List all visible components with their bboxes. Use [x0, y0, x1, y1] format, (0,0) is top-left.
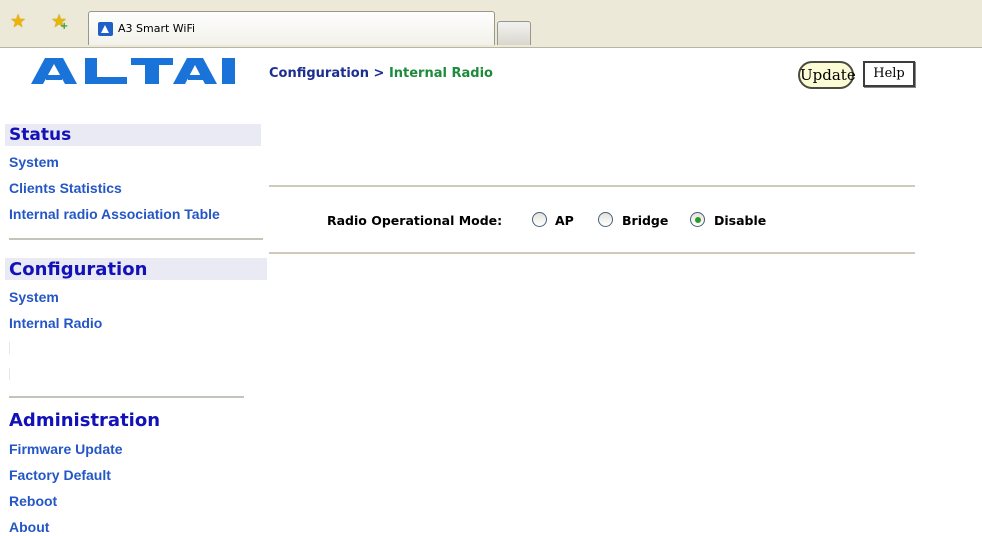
sidebar-placeholder-mark	[9, 342, 10, 354]
sidebar-item-clients-statistics[interactable]: Clients Statistics	[9, 180, 122, 196]
sidebar-item-factory-default[interactable]: Factory Default	[9, 467, 111, 483]
status-heading-label: Status	[9, 125, 72, 145]
browser-tab-active[interactable]: A3 Smart WiFi	[88, 11, 495, 45]
radio-ap-label[interactable]: AP	[555, 213, 574, 228]
browser-toolbar: ★ ★ + A3 Smart WiFi	[0, 0, 982, 48]
favorites-star-icon[interactable]: ★	[10, 13, 26, 31]
radio-mode-label: Radio Operational Mode:	[327, 213, 503, 228]
radio-bridge-label[interactable]: Bridge	[622, 213, 668, 228]
sidebar-item-about[interactable]: About	[9, 519, 49, 535]
sidebar-item-config-system[interactable]: System	[9, 289, 59, 305]
sidebar-item-association-table[interactable]: Internal radio Association Table	[9, 206, 220, 222]
site-favicon	[98, 22, 113, 36]
sidebar-placeholder-mark	[9, 368, 10, 380]
sidebar-configuration-heading: Configuration	[5, 258, 267, 280]
tab-title: A3 Smart WiFi	[118, 22, 196, 35]
sidebar-item-status-system[interactable]: System	[9, 154, 59, 170]
new-tab-button[interactable]	[497, 21, 531, 45]
configuration-heading-label: Configuration	[9, 259, 148, 280]
breadcrumb-separator: >	[373, 66, 385, 81]
sidebar-item-internal-radio[interactable]: Internal Radio	[9, 315, 102, 331]
add-favorite-icon[interactable]: ★ +	[51, 13, 68, 33]
sidebar-divider	[9, 396, 244, 398]
sidebar-item-firmware-update[interactable]: Firmware Update	[9, 441, 123, 457]
radio-disable-label[interactable]: Disable	[714, 213, 766, 228]
sidebar-administration-heading: Administration	[9, 410, 161, 431]
breadcrumb: Configuration > Internal Radio	[269, 66, 493, 81]
sidebar-item-reboot[interactable]: Reboot	[9, 493, 57, 509]
breadcrumb-section: Configuration	[269, 66, 369, 81]
altai-logo	[31, 58, 236, 84]
help-button[interactable]: Help	[863, 61, 915, 87]
radio-bridge[interactable]	[598, 212, 613, 227]
form-top-divider	[269, 185, 915, 187]
sidebar-divider	[9, 238, 263, 240]
radio-ap[interactable]	[532, 212, 547, 227]
form-bottom-divider	[269, 252, 915, 254]
radio-disable[interactable]	[690, 212, 705, 227]
update-button[interactable]: Update	[798, 61, 856, 89]
sidebar-status-heading: Status	[5, 124, 261, 146]
breadcrumb-page: Internal Radio	[388, 66, 493, 81]
